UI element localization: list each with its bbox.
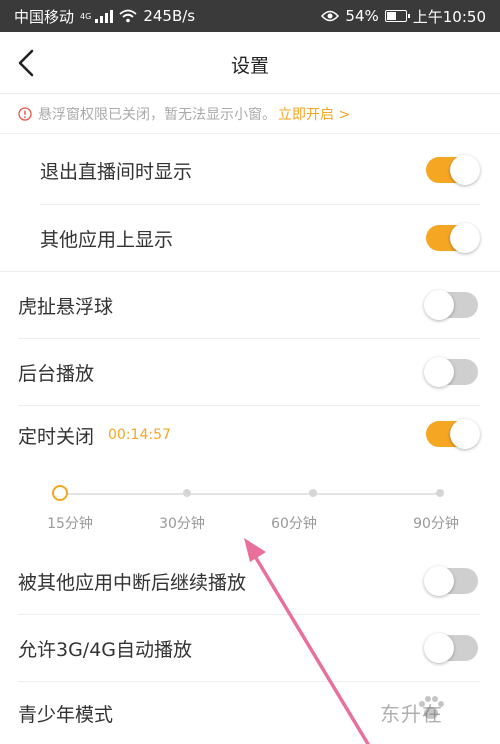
setting-row-background-play: 后台播放 (0, 339, 500, 405)
setting-label: 青少年模式 (18, 703, 114, 726)
setting-row-mobile-autoplay: 允许3G/4G自动播放 (0, 615, 500, 681)
setting-label: 被其他应用中断后继续播放 (18, 571, 247, 594)
show-over-apps-toggle[interactable] (426, 223, 480, 253)
floating-ball-toggle[interactable] (424, 290, 478, 320)
permission-notice: 悬浮窗权限已关闭，暂无法显示小窗。 立即开启 > (0, 94, 500, 134)
status-bar: 中国移动 4G 245B/s 54% 上午10:50 (0, 0, 500, 32)
setting-label: 允许3G/4G自动播放 (18, 638, 193, 661)
battery-icon (384, 10, 410, 22)
slider-stop-3[interactable] (309, 489, 318, 497)
setting-row-resume-after-interrupt: 被其他应用中断后继续播放 (0, 548, 500, 614)
header: 设置 (0, 32, 500, 94)
slider-stop-2[interactable] (182, 489, 191, 497)
setting-label: 退出直播间时显示 (40, 160, 193, 183)
slider-label: 60分钟 (271, 516, 317, 532)
slider-track[interactable] (60, 493, 440, 495)
battery-percent: 54% (345, 7, 379, 25)
slider-label: 30分钟 (159, 516, 205, 532)
enable-now-link[interactable]: 立即开启 > (278, 104, 350, 124)
slider-label: 90分钟 (413, 516, 459, 532)
setting-label: 其他应用上显示 (40, 228, 174, 251)
clock: 上午10:50 (412, 7, 486, 26)
page-title: 设置 (230, 55, 269, 77)
setting-label: 定时关闭 (18, 425, 95, 448)
resume-after-interrupt-toggle[interactable] (424, 566, 478, 596)
show-on-exit-toggle[interactable] (426, 155, 480, 185)
timer-duration-slider[interactable]: 15分钟 30分钟 60分钟 90分钟 (0, 468, 500, 548)
setting-label: 虎扯悬浮球 (18, 295, 114, 318)
warning-icon (18, 106, 32, 121)
setting-row-show-on-exit: 退出直播间时显示 (0, 136, 500, 204)
setting-label: 后台播放 (18, 362, 95, 385)
setting-row-timer-off: 定时关闭 00:14:57 (0, 406, 500, 464)
notice-text: 悬浮窗权限已关闭，暂无法显示小窗。 (38, 106, 276, 123)
slider-stop-4[interactable] (436, 489, 444, 497)
mobile-autoplay-toggle[interactable] (424, 633, 478, 663)
network-speed: 245B/s (143, 7, 196, 25)
setting-row-floating-ball: 虎扯悬浮球 (0, 272, 500, 338)
carrier-name: 中国移动 (14, 7, 75, 26)
eye-icon (321, 10, 340, 22)
slider-stop-1[interactable] (52, 485, 68, 501)
wifi-icon (119, 9, 137, 23)
slider-label: 15分钟 (47, 516, 93, 532)
signal-icon (95, 9, 114, 23)
setting-row-show-over-apps: 其他应用上显示 (0, 205, 500, 271)
timer-off-toggle[interactable] (426, 419, 480, 449)
countdown-timer: 00:14:57 (108, 427, 171, 443)
background-play-toggle[interactable] (424, 357, 478, 387)
network-type: 4G (80, 11, 92, 21)
setting-row-teen-mode[interactable]: 青少年模式 (0, 682, 500, 744)
